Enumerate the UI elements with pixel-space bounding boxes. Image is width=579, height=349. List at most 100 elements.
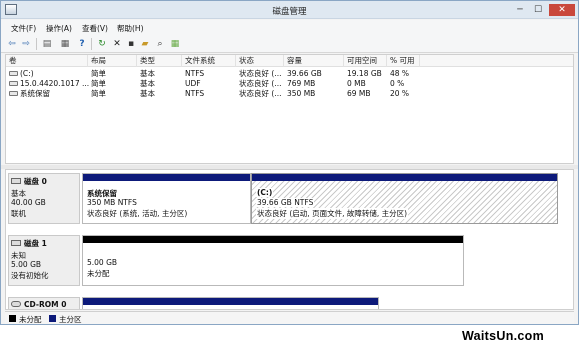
disk-1-label[interactable]: 磁盘 1 未知 5.00 GB 没有初始化 [8,235,80,286]
volume-row[interactable]: 15.0.4420.1017 ... 简单 基本 UDF 状态良好 (... 7… [6,79,573,89]
volume-row[interactable]: 系统保留 简单 基本 NTFS 状态良好 (... 350 MB 69 MB 2… [6,89,573,99]
disk-management-window: 磁盘管理 ─ ☐ ✕ 文件(F) 操作(A) 查看(V) 帮助(H) ⇦ ⇨ ▤… [0,0,579,325]
volume-layout: 简单 [91,79,106,88]
delete-icon[interactable]: ✕ [111,38,123,50]
volume-name: (C:) [20,69,34,78]
drive-icon [9,90,18,96]
grid-icon[interactable]: ▦ [59,38,71,50]
partition-system-reserved[interactable]: 系统保留 350 MB NTFS 状态良好 (系统, 活动, 主分区) [82,173,251,224]
volume-status: 状态良好 (... [239,69,282,78]
menu-bar: 文件(F) 操作(A) 查看(V) 帮助(H) [1,20,578,35]
legend-unallocated: 未分配 [19,315,42,324]
disk-1-name: 磁盘 1 [11,238,47,249]
menu-help[interactable]: 帮助(H) [117,23,144,34]
partition-size: 39.66 GB NTFS [256,198,315,207]
volume-row[interactable]: (C:) 简单 基本 NTFS 状态良好 (... 39.66 GB 19.18… [6,69,573,79]
column-header-percent-free[interactable]: % 可用 [387,55,420,67]
menu-action[interactable]: 操作(A) [46,23,72,34]
volume-status: 状态良好 (... [239,89,282,98]
volume-percent-free: 48 % [390,69,410,78]
search-icon[interactable]: ⌕ [154,38,166,50]
title-bar: 磁盘管理 ─ ☐ ✕ [1,1,578,19]
volume-name-cell: 系统保留 [6,89,88,99]
drive-icon [9,70,18,76]
disk-state: 没有初始化 [11,271,49,280]
legend: 未分配 主分区 [5,311,574,324]
unallocated-bar [83,236,463,243]
column-header-free-space[interactable]: 可用空间 [344,55,387,67]
toolbar-separator [91,38,92,50]
partition-title: (C:) [256,188,274,197]
partition-cdrom[interactable] [82,297,379,309]
primary-partition-bar [83,298,378,305]
back-arrow-icon[interactable]: ⇦ [6,38,18,50]
legend-primary-partition: 主分区 [59,315,82,324]
forward-arrow-icon[interactable]: ⇨ [20,38,32,50]
column-header-volume[interactable]: 卷 [6,55,88,67]
partition-size: 350 MB NTFS [87,198,137,207]
volume-free-space: 19.18 GB [347,69,382,78]
window-title: 磁盘管理 [272,7,307,17]
disc-icon [9,80,18,86]
volume-name: 系统保留 [20,89,50,98]
close-button[interactable]: ✕ [549,4,575,16]
primary-partition-bar [252,174,557,181]
volume-filesystem: NTFS [185,89,205,98]
disk-0-label[interactable]: 磁盘 0 基本 40.00 GB 联机 [8,173,80,224]
toolbar-separator [36,38,37,50]
unallocated-swatch [9,315,16,322]
column-header-layout[interactable]: 布局 [88,55,137,67]
properties-icon[interactable]: ▦ [169,38,181,50]
volume-filesystem: NTFS [185,69,205,78]
disk-size: 40.00 GB [11,198,46,207]
partition-status: 状态良好 (启动, 页面文件, 故障转储, 主分区) [256,208,409,219]
menu-view[interactable]: 查看(V) [82,23,108,34]
partition-c-drive[interactable]: (C:) 39.66 GB NTFS 状态良好 (启动, 页面文件, 故障转储,… [251,173,558,224]
properties-pane-icon[interactable]: ▤ [41,38,53,50]
volume-free-space: 0 MB [347,79,366,88]
new-volume-icon[interactable]: ▪ [125,38,137,50]
hard-disk-icon [11,240,21,246]
volume-capacity: 769 MB [287,79,316,88]
partition-status: 未分配 [87,269,110,278]
help-icon[interactable]: ? [76,38,88,50]
volume-capacity: 39.66 GB [287,69,322,78]
volume-type: 基本 [140,89,155,98]
disk-size: 5.00 GB [11,260,42,269]
hard-disk-icon [11,178,21,184]
disk-name: CD-ROM 0 [24,300,67,309]
column-header-type[interactable]: 类型 [137,55,182,67]
cdrom-0-name: CD-ROM 0 [11,300,66,309]
volume-name-cell: 15.0.4420.1017 ... [6,79,90,89]
volume-layout: 简单 [91,89,106,98]
volume-name: 15.0.4420.1017 ... [20,79,90,88]
volume-capacity: 350 MB [287,89,316,98]
disk-0-name: 磁盘 0 [11,176,47,187]
column-header-status[interactable]: 状态 [236,55,284,67]
column-header-filesystem[interactable]: 文件系统 [182,55,236,67]
cd-drive-icon [11,301,21,307]
primary-partition-swatch [49,315,56,322]
volume-percent-free: 0 % [390,79,405,88]
disk-name: 磁盘 0 [24,177,47,186]
volume-filesystem: UDF [185,79,201,88]
volume-type: 基本 [140,79,155,88]
volume-list: 卷 布局 类型 文件系统 状态 容量 可用空间 % 可用 (C:) 简单 基本 … [5,54,574,164]
disk-state: 联机 [11,209,26,218]
volume-free-space: 69 MB [347,89,371,98]
watermark: WaitsUn.com [462,329,545,343]
cdrom-0-label[interactable]: CD-ROM 0 [8,297,80,309]
menu-file[interactable]: 文件(F) [11,23,36,34]
refresh-icon[interactable]: ↻ [96,38,108,50]
partition-size: 5.00 GB [87,258,118,267]
volume-layout: 简单 [91,69,106,78]
disk-name: 磁盘 1 [24,239,47,248]
maximize-button[interactable]: ☐ [531,4,545,16]
partition-unallocated[interactable]: 5.00 GB 未分配 [82,235,464,286]
volume-percent-free: 20 % [390,89,410,98]
toolbar: ⇦ ⇨ ▤ ▦ ? ↻ ✕ ▪ ▰ ⌕ ▦ [1,35,578,53]
open-folder-icon[interactable]: ▰ [139,38,151,50]
minimize-button[interactable]: ─ [513,4,527,16]
primary-partition-bar [83,174,250,181]
column-header-capacity[interactable]: 容量 [284,55,344,67]
